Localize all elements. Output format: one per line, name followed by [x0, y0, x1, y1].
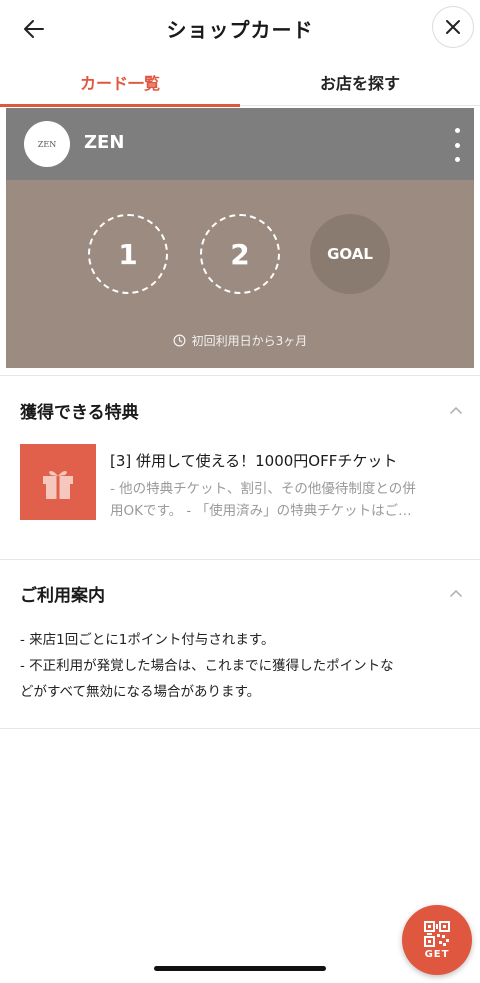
usage-line: - 不正利用が発覚した場合は、これまでに獲得したポイントな [20, 658, 394, 674]
usage-section-header[interactable]: ご利用案内 [20, 579, 464, 607]
benefit-ticket-item[interactable]: [3] 併用して使える！1000円OFFチケット - 他の特典チケット、割引、そ… [20, 444, 464, 520]
usage-line: どがすべて無効になる場合があります。 [20, 684, 261, 700]
stamp-goal: GOAL [310, 214, 390, 294]
get-button-label: GET [424, 948, 450, 960]
stamp-slot-1: 1 [88, 214, 168, 294]
usage-section-title: ご利用案内 [20, 585, 105, 606]
usage-line: - 来店1回ごとに1ポイント付与されます。 [20, 632, 275, 648]
home-indicator [154, 966, 326, 971]
benefit-description: - 他の特典チケット、割引、その他優待制度との併 用OKです。 - 「使用済み」… [110, 478, 464, 522]
shop-name: ZEN [84, 132, 125, 153]
validity-text: 初回利用日から3ヶ月 [191, 334, 308, 348]
shop-logo-text: ZEN [37, 139, 57, 149]
tab-bar: カード一覧 お店を探す [0, 58, 480, 107]
close-icon [446, 20, 460, 34]
divider [0, 375, 480, 376]
header: ショップカード [0, 0, 480, 58]
card-header: ZEN ZEN [6, 108, 474, 180]
shop-logo: ZEN [24, 121, 70, 167]
validity-info: 初回利用日から3ヶ月 [6, 332, 474, 349]
benefits-section-header[interactable]: 獲得できる特典 [20, 396, 464, 424]
clock-icon [173, 334, 186, 347]
tab-card-list[interactable]: カード一覧 [0, 58, 240, 107]
gift-icon [43, 470, 73, 499]
benefit-description-line: - 他の特典チケット、割引、その他優待制度との併 [110, 481, 416, 497]
benefit-title: [3] 併用して使える！1000円OFFチケット [110, 452, 398, 470]
qr-code-icon [424, 920, 450, 947]
divider [0, 728, 480, 729]
chevron-up-icon[interactable] [448, 402, 464, 418]
close-button[interactable] [432, 6, 474, 48]
benefits-section-title: 獲得できる特典 [20, 402, 139, 423]
more-options-icon[interactable] [450, 128, 464, 162]
shop-stamp-card[interactable]: ZEN ZEN 1 2 GOAL 初回利用日から3ヶ月 [6, 108, 474, 368]
stamp-row: 1 2 GOAL [6, 214, 474, 296]
divider [0, 559, 480, 560]
stamp-slot-2: 2 [200, 214, 280, 294]
gift-thumbnail [20, 444, 96, 520]
chevron-up-icon[interactable] [448, 585, 464, 601]
benefit-description-line: 用OKです。 - 「使用済み」の特典チケットはご… [110, 503, 412, 519]
get-button[interactable]: GET [402, 905, 472, 975]
usage-guide-text: - 来店1回ごとに1ポイント付与されます。 - 不正利用が発覚した場合は、これま… [20, 627, 464, 705]
page-title: ショップカード [166, 18, 314, 42]
tab-find-shops[interactable]: お店を探す [240, 58, 480, 106]
